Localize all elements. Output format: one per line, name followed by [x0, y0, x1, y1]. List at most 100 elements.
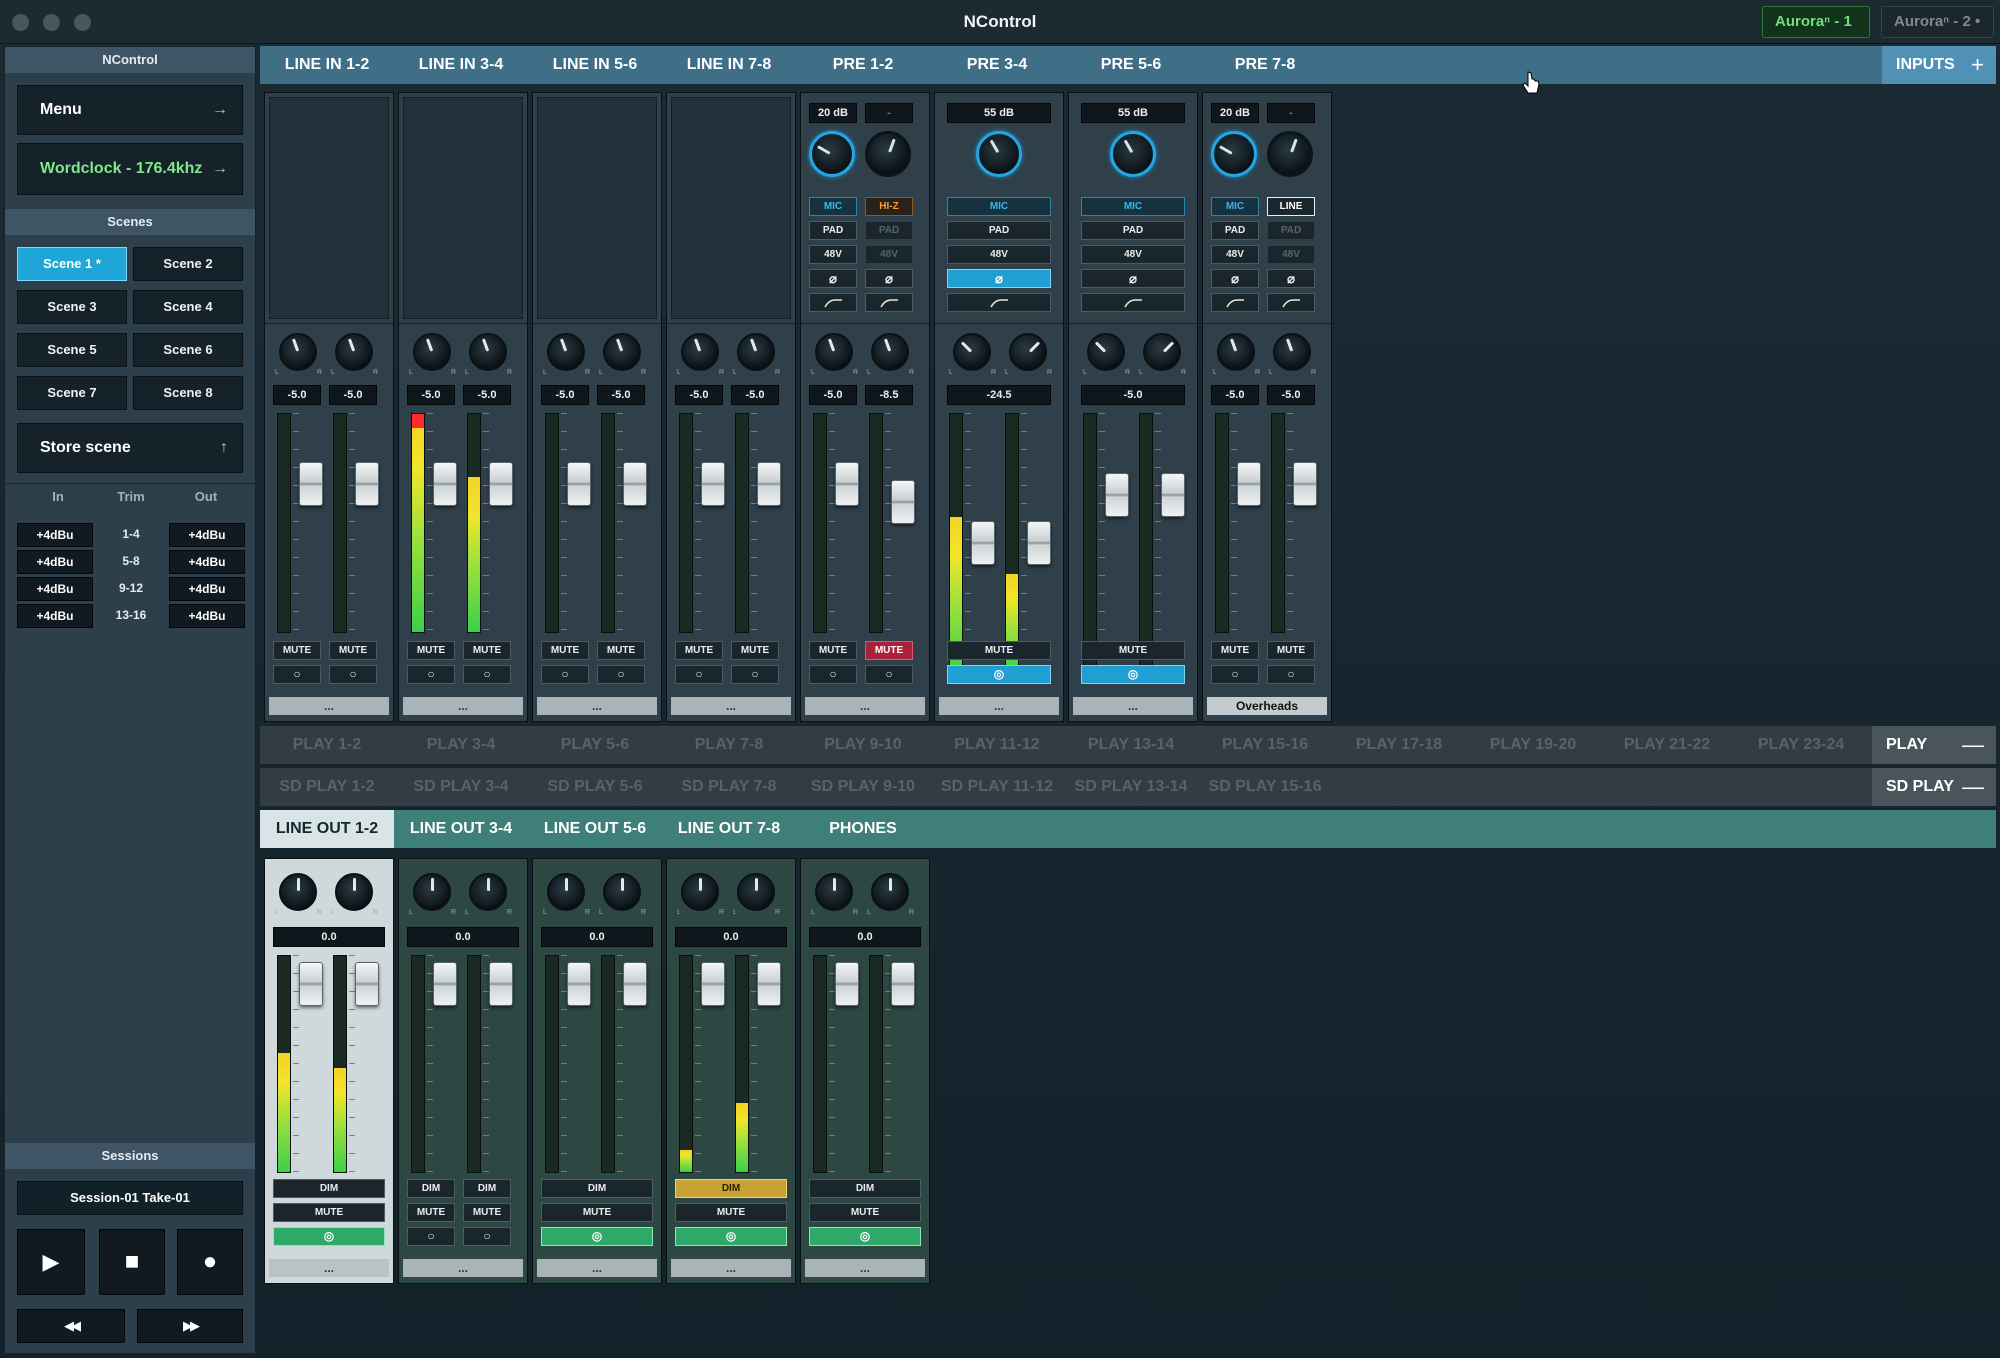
phase-invert-icon[interactable]: ⌀ [865, 269, 913, 288]
high-pass-filter-icon[interactable] [1211, 293, 1259, 312]
play-tab-11[interactable]: PLAY 21-22 [1600, 726, 1734, 764]
scene-button-5[interactable]: Scene 5 [17, 333, 127, 367]
stereo-link-icon[interactable]: ◎ [541, 1227, 653, 1246]
volume-fader[interactable] [567, 462, 591, 506]
mute-button[interactable]: MUTE [1211, 641, 1259, 660]
phantom-power-button[interactable]: 48V [1267, 245, 1315, 264]
pan-knob[interactable] [1143, 333, 1181, 371]
pan-knob[interactable] [279, 333, 317, 371]
input-level-select[interactable]: +4dBu [17, 577, 93, 601]
volume-fader[interactable] [757, 962, 781, 1006]
solo-icon[interactable]: ○ [463, 1227, 511, 1246]
pan-knob[interactable] [737, 333, 775, 371]
pan-knob[interactable] [953, 333, 991, 371]
play-icon[interactable]: ▶ [17, 1229, 85, 1295]
pan-knob[interactable] [815, 333, 853, 371]
gain-knob[interactable] [865, 131, 911, 177]
record-icon[interactable]: ● [177, 1229, 243, 1295]
input-mode-button[interactable]: MIC [809, 197, 857, 216]
mute-button[interactable]: MUTE [329, 641, 377, 660]
pad-button[interactable]: PAD [865, 221, 913, 240]
solo-icon[interactable]: ○ [1211, 665, 1259, 684]
pad-button[interactable]: PAD [1081, 221, 1185, 240]
output-level-select[interactable]: +4dBu [169, 577, 245, 601]
stop-icon[interactable]: ■ [99, 1229, 165, 1295]
scene-button-4[interactable]: Scene 4 [133, 290, 243, 324]
volume-fader[interactable] [701, 462, 725, 506]
gain-knob[interactable] [1267, 131, 1313, 177]
store-scene-button[interactable]: Store scene ↑ [17, 423, 243, 473]
wordclock-button[interactable]: Wordclock - 176.4khz → [17, 143, 243, 195]
solo-icon[interactable]: ○ [675, 665, 723, 684]
pan-knob[interactable] [413, 873, 451, 911]
device-tab-aurora-2[interactable]: Auroraⁿ - 2 • [1881, 6, 1994, 38]
pan-knob[interactable] [737, 873, 775, 911]
dim-button[interactable]: DIM [273, 1179, 385, 1198]
scene-button-1[interactable]: Scene 1 * [17, 247, 127, 281]
stereo-link-icon[interactable]: ◎ [947, 665, 1051, 684]
volume-fader[interactable] [433, 462, 457, 506]
sdplay-tab-2[interactable]: SD PLAY 3-4 [394, 768, 528, 806]
volume-fader[interactable] [623, 962, 647, 1006]
mute-button[interactable]: MUTE [541, 1203, 653, 1222]
solo-icon[interactable]: ○ [463, 665, 511, 684]
input-tab-4[interactable]: LINE IN 7-8 [662, 46, 796, 84]
sdplay-tab-1[interactable]: SD PLAY 1-2 [260, 768, 394, 806]
phase-invert-icon[interactable]: ⌀ [1081, 269, 1185, 288]
input-tab-2[interactable]: LINE IN 3-4 [394, 46, 528, 84]
sdplay-collapse-button[interactable]: SD PLAY — [1872, 768, 1996, 806]
volume-fader[interactable] [355, 462, 379, 506]
channel-name-label[interactable]: ... [805, 1259, 925, 1277]
scene-button-7[interactable]: Scene 7 [17, 376, 127, 410]
play-tab-6[interactable]: PLAY 11-12 [930, 726, 1064, 764]
volume-fader[interactable] [433, 962, 457, 1006]
dim-button[interactable]: DIM [463, 1179, 511, 1198]
close-window-button[interactable] [12, 14, 29, 31]
pan-knob[interactable] [413, 333, 451, 371]
sdplay-tab-4[interactable]: SD PLAY 7-8 [662, 768, 796, 806]
volume-fader[interactable] [835, 962, 859, 1006]
play-tab-10[interactable]: PLAY 19-20 [1466, 726, 1600, 764]
phantom-power-button[interactable]: 48V [1211, 245, 1259, 264]
output-level-select[interactable]: +4dBu [169, 550, 245, 574]
high-pass-filter-icon[interactable] [1081, 293, 1185, 312]
sdplay-tab-3[interactable]: SD PLAY 5-6 [528, 768, 662, 806]
stereo-link-icon[interactable]: ◎ [273, 1227, 385, 1246]
volume-fader[interactable] [701, 962, 725, 1006]
channel-name-label[interactable]: ... [269, 697, 389, 715]
input-tab-8[interactable]: PRE 7-8 [1198, 46, 1332, 84]
volume-fader[interactable] [1237, 462, 1261, 506]
pan-knob[interactable] [681, 333, 719, 371]
channel-name-label[interactable]: ... [403, 697, 523, 715]
gain-knob[interactable] [976, 131, 1022, 177]
input-mode-button[interactable]: MIC [1211, 197, 1259, 216]
phantom-power-button[interactable]: 48V [865, 245, 913, 264]
input-tab-1[interactable]: LINE IN 1-2 [260, 46, 394, 84]
input-level-select[interactable]: +4dBu [17, 550, 93, 574]
play-tab-2[interactable]: PLAY 3-4 [394, 726, 528, 764]
scene-button-8[interactable]: Scene 8 [133, 376, 243, 410]
volume-fader[interactable] [1161, 473, 1185, 517]
mute-button[interactable]: MUTE [597, 641, 645, 660]
scene-button-6[interactable]: Scene 6 [133, 333, 243, 367]
pan-knob[interactable] [1273, 333, 1311, 371]
dim-button[interactable]: DIM [541, 1179, 653, 1198]
pan-knob[interactable] [871, 333, 909, 371]
mute-button[interactable]: MUTE [675, 1203, 787, 1222]
pan-knob[interactable] [681, 873, 719, 911]
channel-name-label[interactable]: ... [671, 1259, 791, 1277]
input-mode-button[interactable]: MIC [1081, 197, 1185, 216]
output-tab-1[interactable]: LINE OUT 1-2 [260, 810, 394, 848]
solo-icon[interactable]: ○ [597, 665, 645, 684]
channel-name-label[interactable]: ... [939, 697, 1059, 715]
channel-name-label[interactable]: ... [671, 697, 791, 715]
channel-name-label[interactable]: ... [537, 697, 657, 715]
stereo-link-icon[interactable]: ◎ [809, 1227, 921, 1246]
high-pass-filter-icon[interactable] [947, 293, 1051, 312]
pan-knob[interactable] [335, 873, 373, 911]
high-pass-filter-icon[interactable] [865, 293, 913, 312]
zoom-window-button[interactable] [74, 14, 91, 31]
play-tab-4[interactable]: PLAY 7-8 [662, 726, 796, 764]
pan-knob[interactable] [603, 333, 641, 371]
play-collapse-button[interactable]: PLAY — [1872, 726, 1996, 764]
